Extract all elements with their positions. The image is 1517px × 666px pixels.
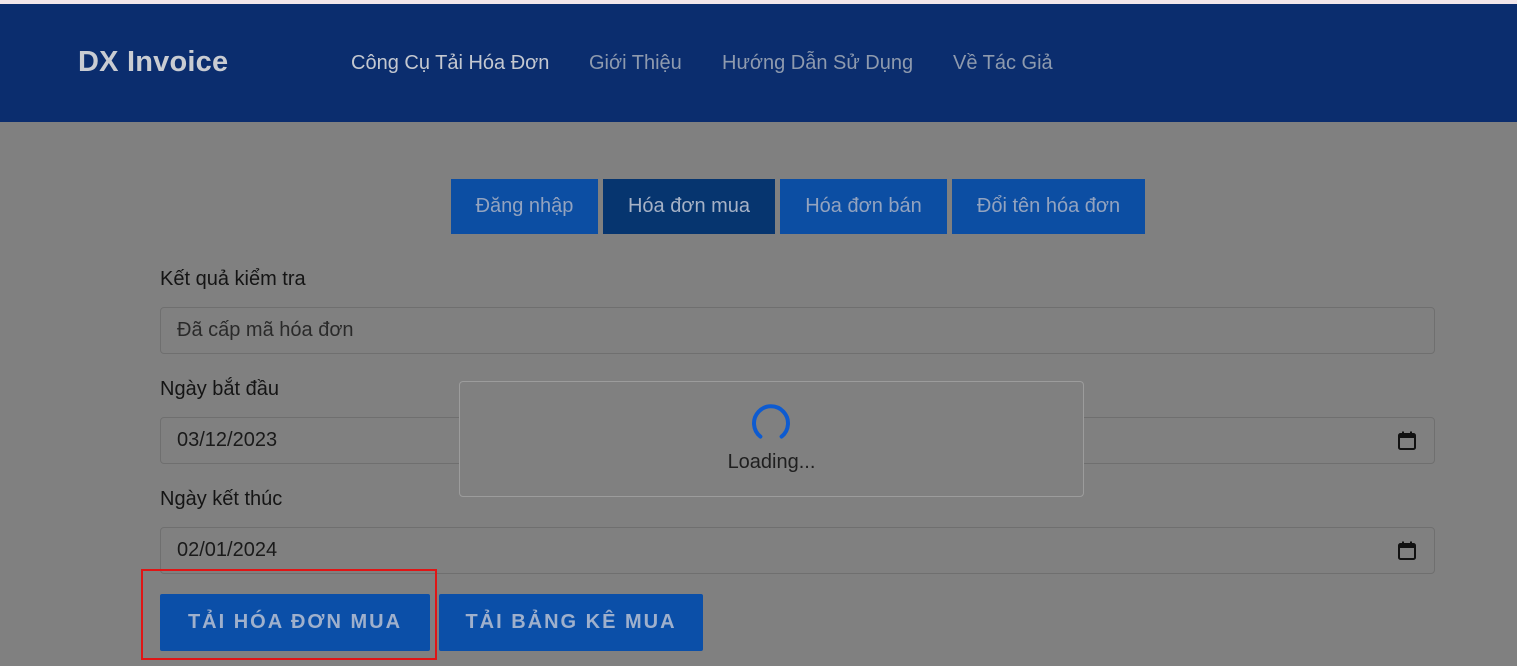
navbar: DX Invoice Công Cụ Tải Hóa Đơn Giới Thiệ… [0,4,1517,122]
calendar-icon[interactable] [1398,431,1416,450]
check-result-value: Đã cấp mã hóa đơn [177,319,354,341]
tab-purchase-invoices[interactable]: Hóa đơn mua [603,179,775,234]
spinner-icon [752,404,790,439]
nav-link-invoice-tool[interactable]: Công Cụ Tải Hóa Đơn [351,52,549,75]
tab-sales-invoices[interactable]: Hóa đơn bán [780,179,947,234]
nav-link-author[interactable]: Về Tác Giả [953,52,1053,75]
download-purchase-list-button[interactable]: TẢI BẢNG KÊ MUA [439,594,703,651]
nav-link-guide[interactable]: Hướng Dẫn Sử Dụng [722,52,913,75]
calendar-icon[interactable] [1398,541,1416,560]
start-date-value: 03/12/2023 [177,429,278,451]
check-result-select[interactable]: Đã cấp mã hóa đơn [160,307,1435,354]
tab-login[interactable]: Đăng nhập [451,179,598,234]
end-date-label: Ngày kết thúc [160,488,283,510]
nav-link-about[interactable]: Giới Thiệu [589,52,682,75]
brand-logo[interactable]: DX Invoice [78,46,228,79]
check-result-label: Kết quả kiểm tra [160,268,306,290]
end-date-input[interactable]: 02/01/2024 [160,527,1435,574]
loading-dialog: Loading... [459,381,1084,497]
end-date-value: 02/01/2024 [177,539,278,561]
highlight-annotation [141,569,437,660]
loading-text: Loading... [727,451,816,473]
tab-rename-invoices[interactable]: Đổi tên hóa đơn [952,179,1145,234]
start-date-label: Ngày bắt đầu [160,378,279,400]
